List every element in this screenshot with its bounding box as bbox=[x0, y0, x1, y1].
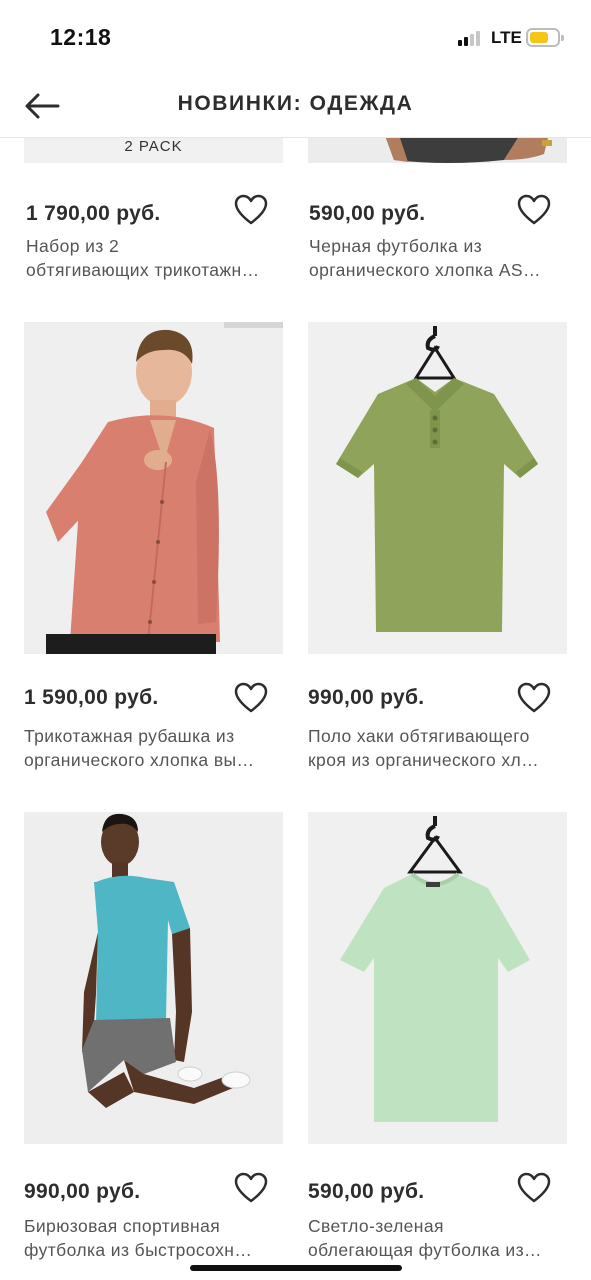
product-photo bbox=[308, 322, 567, 654]
wishlist-button[interactable] bbox=[517, 682, 551, 714]
product-name: Трикотажная рубашка из органического хло… bbox=[24, 726, 255, 770]
product-price: 990,00 руб. bbox=[24, 1180, 141, 1203]
product-image[interactable] bbox=[308, 812, 567, 1144]
product-name: Черная футболка из органического хлопка … bbox=[309, 236, 541, 280]
wishlist-button[interactable] bbox=[517, 194, 551, 226]
product-name: Набор из 2 обтягивающих трикотажн… bbox=[26, 236, 260, 280]
product-photo bbox=[308, 138, 567, 163]
product-price: 590,00 руб. bbox=[309, 202, 426, 225]
product-name: Бирюзовая спортивная футболка из быстрос… bbox=[24, 1216, 253, 1260]
product-price: 1 790,00 руб. bbox=[26, 202, 161, 225]
product-price: 1 590,00 руб. bbox=[24, 686, 159, 709]
product-image[interactable]: 2 PACK bbox=[24, 138, 283, 163]
wishlist-button[interactable] bbox=[517, 1172, 551, 1204]
product-name: Поло хаки обтягивающего кроя из органиче… bbox=[308, 726, 539, 770]
product-image[interactable] bbox=[24, 322, 283, 654]
home-indicator[interactable] bbox=[190, 1265, 402, 1271]
product-price: 590,00 руб. bbox=[308, 1180, 425, 1203]
top-nav-bar: НОВИНКИ: ОДЕЖДА bbox=[0, 76, 591, 138]
heart-icon bbox=[234, 194, 268, 225]
heart-icon bbox=[234, 682, 268, 713]
heart-icon bbox=[517, 194, 551, 225]
product-photo bbox=[308, 812, 567, 1144]
heart-icon bbox=[517, 682, 551, 713]
product-image[interactable] bbox=[24, 812, 283, 1144]
product-image[interactable] bbox=[308, 322, 567, 654]
wishlist-button[interactable] bbox=[234, 194, 268, 226]
product-grid: 2 PACK 1 790,00 руб. Набор из 2 обтягива… bbox=[0, 0, 591, 1280]
pack-label: 2 PACK bbox=[124, 138, 183, 155]
product-image[interactable] bbox=[308, 138, 567, 163]
page-title: НОВИНКИ: ОДЕЖДА bbox=[177, 92, 414, 115]
product-name: Светло-зеленая облегающая футболка из… bbox=[308, 1216, 542, 1260]
wishlist-button[interactable] bbox=[234, 1172, 268, 1204]
heart-icon bbox=[517, 1172, 551, 1203]
product-price: 990,00 руб. bbox=[308, 686, 425, 709]
wishlist-button[interactable] bbox=[234, 682, 268, 714]
product-photo bbox=[24, 812, 283, 1144]
product-photo bbox=[24, 322, 283, 654]
heart-icon bbox=[234, 1172, 268, 1203]
